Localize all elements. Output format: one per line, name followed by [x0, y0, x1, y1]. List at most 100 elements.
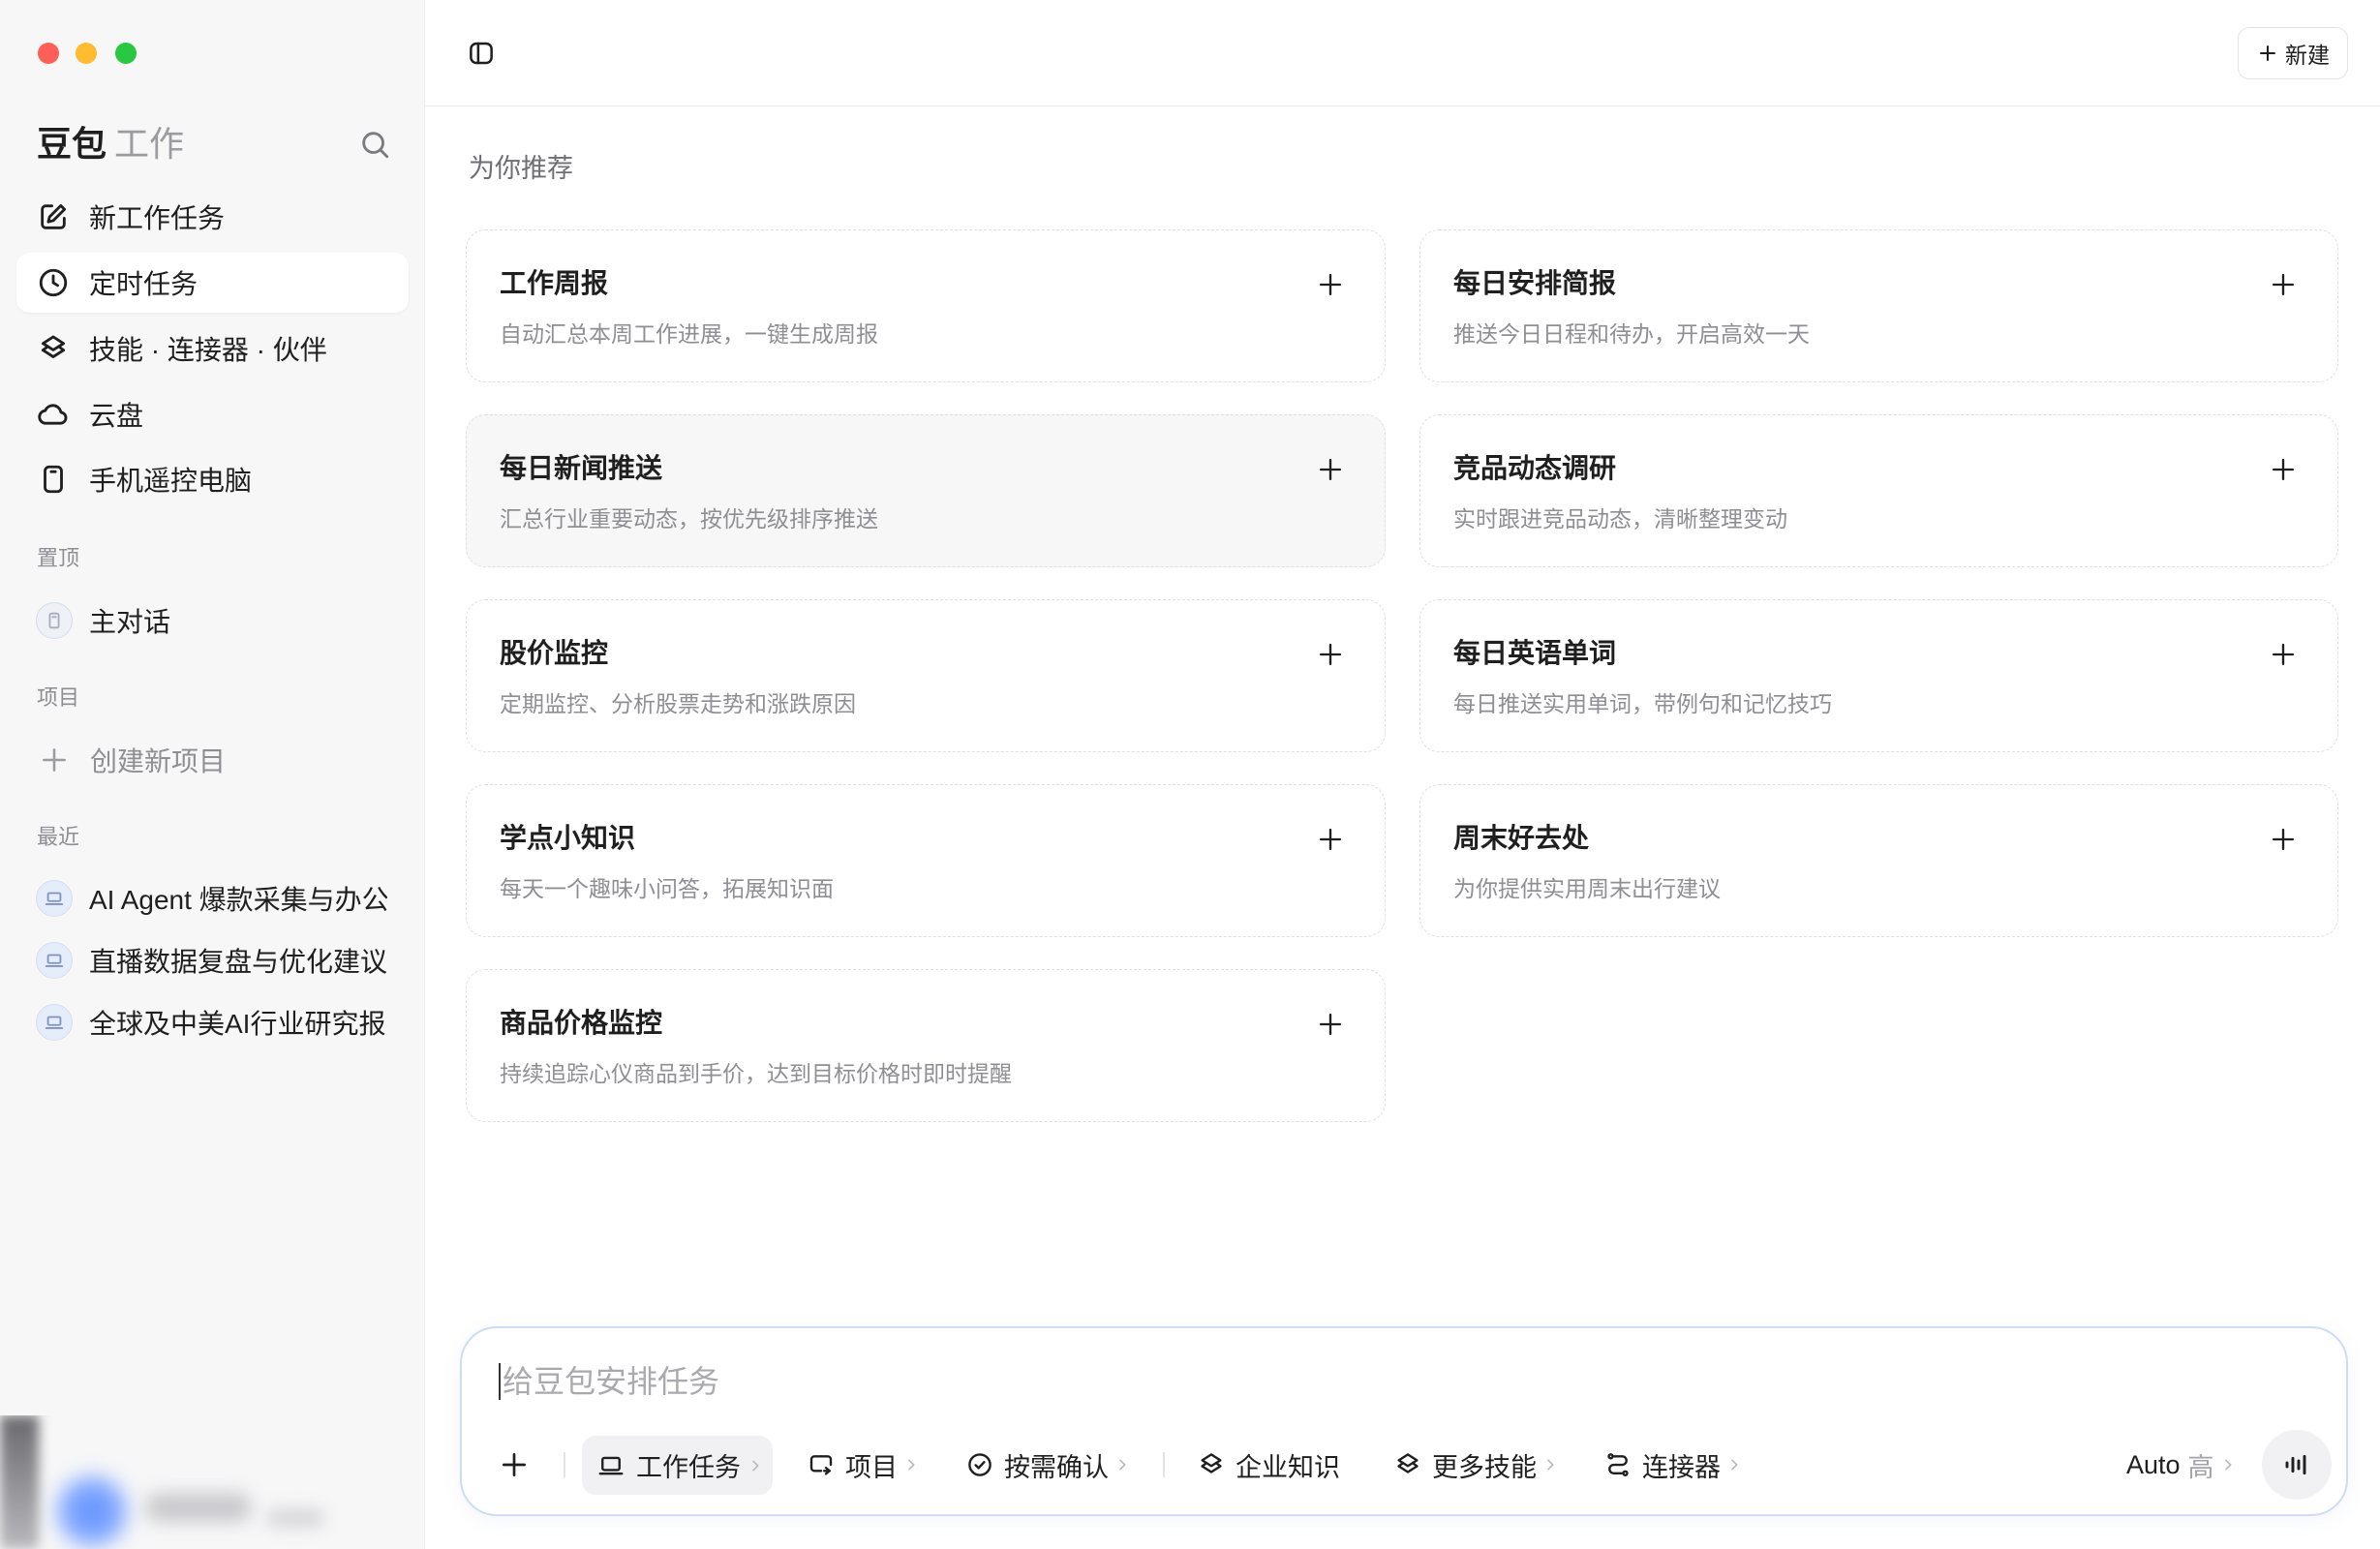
profile-name-blurred — [145, 1493, 252, 1522]
project-selector-button[interactable]: 项目 — [807, 1436, 919, 1494]
chevron-right-icon — [1114, 1457, 1130, 1473]
nav-new-task[interactable]: 新工作任务 — [16, 187, 409, 247]
chevron-right-icon — [903, 1457, 919, 1473]
more-skills-button[interactable]: 更多技能 — [1393, 1436, 1558, 1494]
card-description: 自动汇总本周工作进展，一键生成周报 — [500, 321, 878, 347]
model-selector[interactable]: Auto 高 — [2126, 1436, 2236, 1494]
pinned-item-main-chat[interactable]: 主对话 — [16, 592, 409, 649]
nav-scheduled-tasks[interactable]: 定时任务 — [16, 253, 409, 313]
window-minimize-button[interactable] — [76, 43, 97, 64]
recent-item-label: 全球及中美AI行业研究报 — [89, 1009, 386, 1039]
brand-name: 豆包 — [37, 124, 107, 164]
attach-plus-icon[interactable] — [499, 1436, 530, 1494]
plus-icon[interactable] — [2270, 271, 2297, 298]
plus-icon[interactable] — [2270, 641, 2297, 668]
card-description: 每日推送实用单词，带例句和记忆技巧 — [1453, 691, 1832, 716]
recommend-card[interactable]: 周末好去处 为你提供实用周末出行建议 — [1419, 784, 2338, 937]
nav-phone-remote[interactable]: 手机遥控电脑 — [16, 449, 409, 509]
nav-skills-connectors[interactable]: 技能 · 连接器 · 伙伴 — [16, 319, 409, 379]
pinned-section-label: 置顶 — [37, 546, 80, 570]
voice-input-button[interactable] — [2262, 1430, 2332, 1500]
window-zoom-button[interactable] — [115, 43, 137, 64]
card-title: 每日新闻推送 — [500, 453, 663, 483]
recent-item[interactable]: 全球及中美AI行业研究报 — [16, 994, 409, 1050]
recommend-card[interactable]: 商品价格监控 持续追踪心仪商品到手价，达到目标价格时即时提醒 — [466, 969, 1386, 1122]
recent-item[interactable]: 直播数据复盘与优化建议 — [16, 932, 409, 988]
create-project-button[interactable]: 创建新项目 — [16, 732, 409, 788]
card-title: 竞品动态调研 — [1453, 453, 1617, 483]
recent-item[interactable]: AI Agent 爆款采集与办公 — [16, 870, 409, 926]
recommend-card[interactable]: 每日新闻推送 汇总行业重要动态，按优先级排序推送 — [466, 414, 1386, 567]
recommend-card[interactable]: 每日安排简报 推送今日日程和待办，开启高效一天 — [1419, 229, 2338, 382]
top-bar: 新建 — [425, 0, 2380, 106]
voice-icon — [2281, 1449, 2312, 1480]
card-title: 学点小知识 — [500, 823, 636, 853]
app-window: 豆包 工作 新工作任务 定时任务 技能 · 连接器 · 伙伴 云盘 手机遥控电脑… — [0, 0, 2380, 1549]
task-input[interactable] — [503, 1357, 2265, 1406]
card-title: 每日安排简报 — [1453, 268, 1617, 298]
recommend-card[interactable]: 学点小知识 每天一个趣味小问答，拓展知识面 — [466, 784, 1386, 937]
tool-label: 项目 — [845, 1452, 898, 1482]
card-title: 商品价格监控 — [500, 1008, 663, 1038]
model-label: Auto — [2126, 1449, 2181, 1479]
text-caret — [499, 1363, 501, 1400]
recommend-section-title: 为你推荐 — [469, 154, 573, 183]
card-title: 每日英语单词 — [1453, 638, 1617, 668]
chevron-right-icon — [1726, 1457, 1742, 1473]
layers-icon — [1393, 1450, 1422, 1479]
sidebar-toggle-icon[interactable] — [467, 39, 496, 68]
document-icon — [36, 602, 73, 639]
profile-meta-blurred — [266, 1508, 324, 1528]
laptop-icon — [36, 942, 73, 979]
toolbar-divider — [1163, 1452, 1165, 1477]
cloud-icon — [37, 398, 70, 431]
recent-item-label: AI Agent 爆款采集与办公 — [89, 885, 387, 915]
card-description: 实时跟进竞品动态，清晰整理变动 — [1453, 506, 1787, 532]
recommend-card[interactable]: 工作周报 自动汇总本周工作进展，一键生成周报 — [466, 229, 1386, 382]
tool-label: 工作任务 — [636, 1453, 741, 1482]
chevron-right-icon — [748, 1458, 763, 1473]
pinned-item-label: 主对话 — [89, 607, 171, 637]
recent-item-label: 直播数据复盘与优化建议 — [89, 947, 387, 977]
plus-icon[interactable] — [1317, 1011, 1344, 1038]
plus-icon[interactable] — [1317, 826, 1344, 853]
laptop-icon — [36, 880, 73, 917]
plus-icon[interactable] — [2270, 456, 2297, 483]
card-title: 股价监控 — [500, 638, 609, 668]
new-button[interactable]: 新建 — [2238, 27, 2348, 79]
chevron-right-icon — [2220, 1457, 2236, 1473]
project-icon — [807, 1450, 836, 1479]
laptop-icon — [596, 1451, 626, 1480]
recommend-card[interactable]: 股价监控 定期监控、分析股票走势和涨跌原因 — [466, 599, 1386, 752]
card-description: 为你提供实用周末出行建议 — [1453, 876, 1721, 901]
window-close-button[interactable] — [38, 43, 59, 64]
plus-icon[interactable] — [1317, 641, 1344, 668]
user-profile[interactable] — [0, 1415, 368, 1549]
phone-icon — [37, 463, 70, 496]
nav-cloud-drive[interactable]: 云盘 — [16, 384, 409, 444]
recommend-card[interactable]: 每日英语单词 每日推送实用单词，带例句和记忆技巧 — [1419, 599, 2338, 752]
projects-section-label: 项目 — [37, 685, 80, 710]
plus-icon[interactable] — [2270, 826, 2297, 853]
card-description: 推送今日日程和待办，开启高效一天 — [1453, 321, 1810, 347]
tool-label: 企业知识 — [1236, 1452, 1340, 1482]
work-task-mode-button[interactable]: 工作任务 — [582, 1436, 773, 1495]
enterprise-knowledge-button[interactable]: 企业知识 — [1197, 1436, 1340, 1494]
nav-label: 定时任务 — [89, 269, 198, 299]
toolbar-divider — [564, 1452, 565, 1477]
avatar — [56, 1475, 128, 1547]
tool-label: 连接器 — [1642, 1452, 1721, 1482]
plus-icon — [2256, 42, 2279, 65]
recent-section-label: 最近 — [37, 825, 80, 849]
profile-blur-strip — [0, 1415, 39, 1549]
connector-button[interactable]: 连接器 — [1603, 1436, 1742, 1494]
card-title: 工作周报 — [500, 268, 609, 298]
recommend-card[interactable]: 竞品动态调研 实时跟进竞品动态，清晰整理变动 — [1419, 414, 2338, 567]
card-description: 每天一个趣味小问答，拓展知识面 — [500, 876, 834, 901]
plus-icon[interactable] — [1317, 456, 1344, 483]
search-icon[interactable] — [358, 128, 391, 161]
confirm-mode-button[interactable]: 按需确认 — [965, 1436, 1130, 1494]
plus-icon[interactable] — [1317, 271, 1344, 298]
card-title: 周末好去处 — [1453, 823, 1590, 853]
clock-icon — [37, 266, 70, 299]
